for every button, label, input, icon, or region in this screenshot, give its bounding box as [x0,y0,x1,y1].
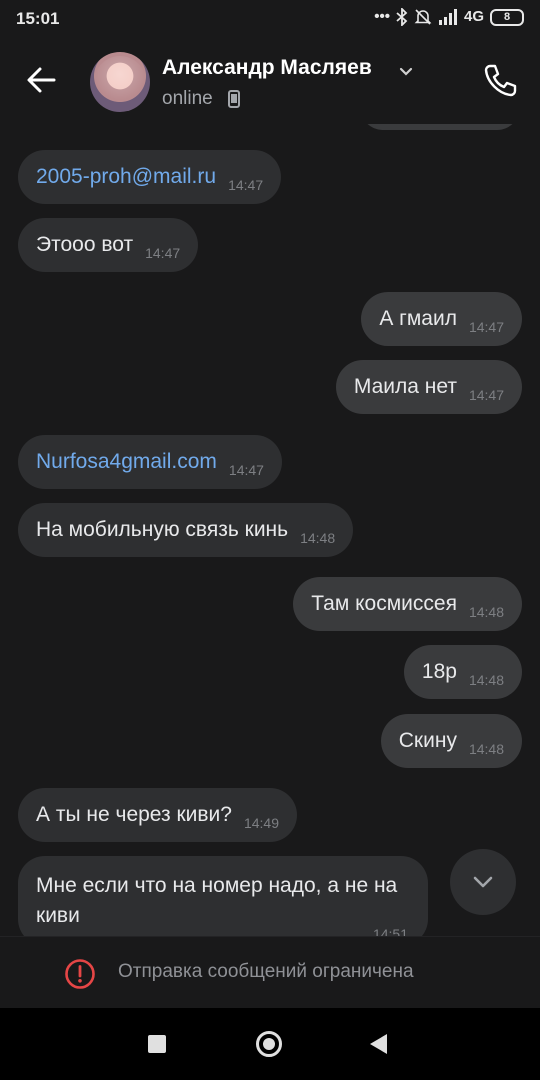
message-bubble[interactable]: 2005-proh@mail.ru 14:47 [18,150,282,204]
battery-icon: 8 [490,8,524,26]
message-text: А ты не через киви? [36,803,232,826]
message-bubble[interactable]: Там космиссея 14:48 [293,577,522,631]
message-time: 14:47 [468,387,504,403]
system-back-button[interactable] [370,1034,387,1054]
message-bubble[interactable]: 18р 14:48 [403,645,522,699]
message-time: 14:48 [468,672,504,688]
message-bubble[interactable]: Мне если что на номер надо, а не на киви… [18,856,428,936]
message-bubble[interactable]: Скину 14:48 [380,714,522,768]
chevron-down-icon [473,876,493,888]
message-time: 14:51 [372,926,408,936]
message-bubble[interactable]: На мобильную связь кинь 14:48 [18,503,354,557]
message-text: Этооо вот [36,233,134,256]
message-text-link[interactable]: Nurfosa4gmail.com [36,450,217,474]
bluetooth-icon [396,8,408,26]
message-time: 14:47 [145,245,181,261]
message-bubble[interactable]: А гмаил 14:47 [361,292,522,346]
message-bubble[interactable]: Этооо вот 14:47 [18,218,199,272]
message-text: А гмаил [379,307,457,330]
battery-level: 8 [503,11,511,23]
mobile-phone-icon [228,90,240,108]
contact-name[interactable]: Александр Масляев [162,56,372,80]
message-text: На мобильную связь кинь [36,518,289,541]
notification-dots-icon: ••• [374,8,390,25]
message-time: 14:48 [468,604,504,620]
message-text: Мне если что на номер надо, а не на киви [36,874,398,927]
status-bar: 15:01 ••• 4G 8 [0,0,540,38]
message-time: 14:47 [468,319,504,335]
message-time: 14:47 [228,462,264,478]
contact-status: online [162,88,213,109]
scroll-down-button[interactable] [450,849,516,915]
alarm-off-icon [414,9,432,25]
signal-icon [438,9,457,25]
recents-button[interactable] [148,1035,166,1053]
message-bubble[interactable]: Маила нет 14:47 [335,360,522,414]
message-time: 14:47 [228,177,264,193]
system-navigation-bar [0,1008,540,1080]
message-text: 18р [421,660,457,683]
network-type: 4G [463,8,484,25]
chevron-down-icon[interactable] [398,63,414,79]
status-time: 15:01 [16,9,60,28]
message-bubble[interactable]: Nurfosa4gmail.com 14:47 [18,435,282,489]
message-text-link[interactable]: 2005-proh@mail.ru [36,165,216,189]
warning-circle-icon [65,959,95,989]
message-time: 14:49 [243,815,280,831]
restriction-text: Отправка сообщений ограничена [118,961,414,982]
message-text: Там космиссея [311,592,457,615]
message-bubble[interactable]: А ты не через киви? 14:49 [18,788,298,842]
message-text: Маила нет [353,375,457,398]
chat-header: Александр Масляев online [0,38,540,124]
avatar[interactable] [90,52,150,112]
message-bubble-partial [360,124,520,130]
message-time: 14:48 [300,530,336,546]
back-arrow-icon[interactable] [22,60,62,100]
message-text: Скину [398,729,457,752]
messaging-restricted-bar: Отправка сообщений ограничена [0,936,540,1008]
call-icon[interactable] [480,60,520,100]
status-icons: ••• 4G 8 [374,8,524,26]
message-time: 14:48 [468,741,504,757]
message-list[interactable]: 2005-proh@mail.ru 14:47 Этооо вот 14:47 … [0,124,540,936]
home-button[interactable] [256,1031,282,1057]
